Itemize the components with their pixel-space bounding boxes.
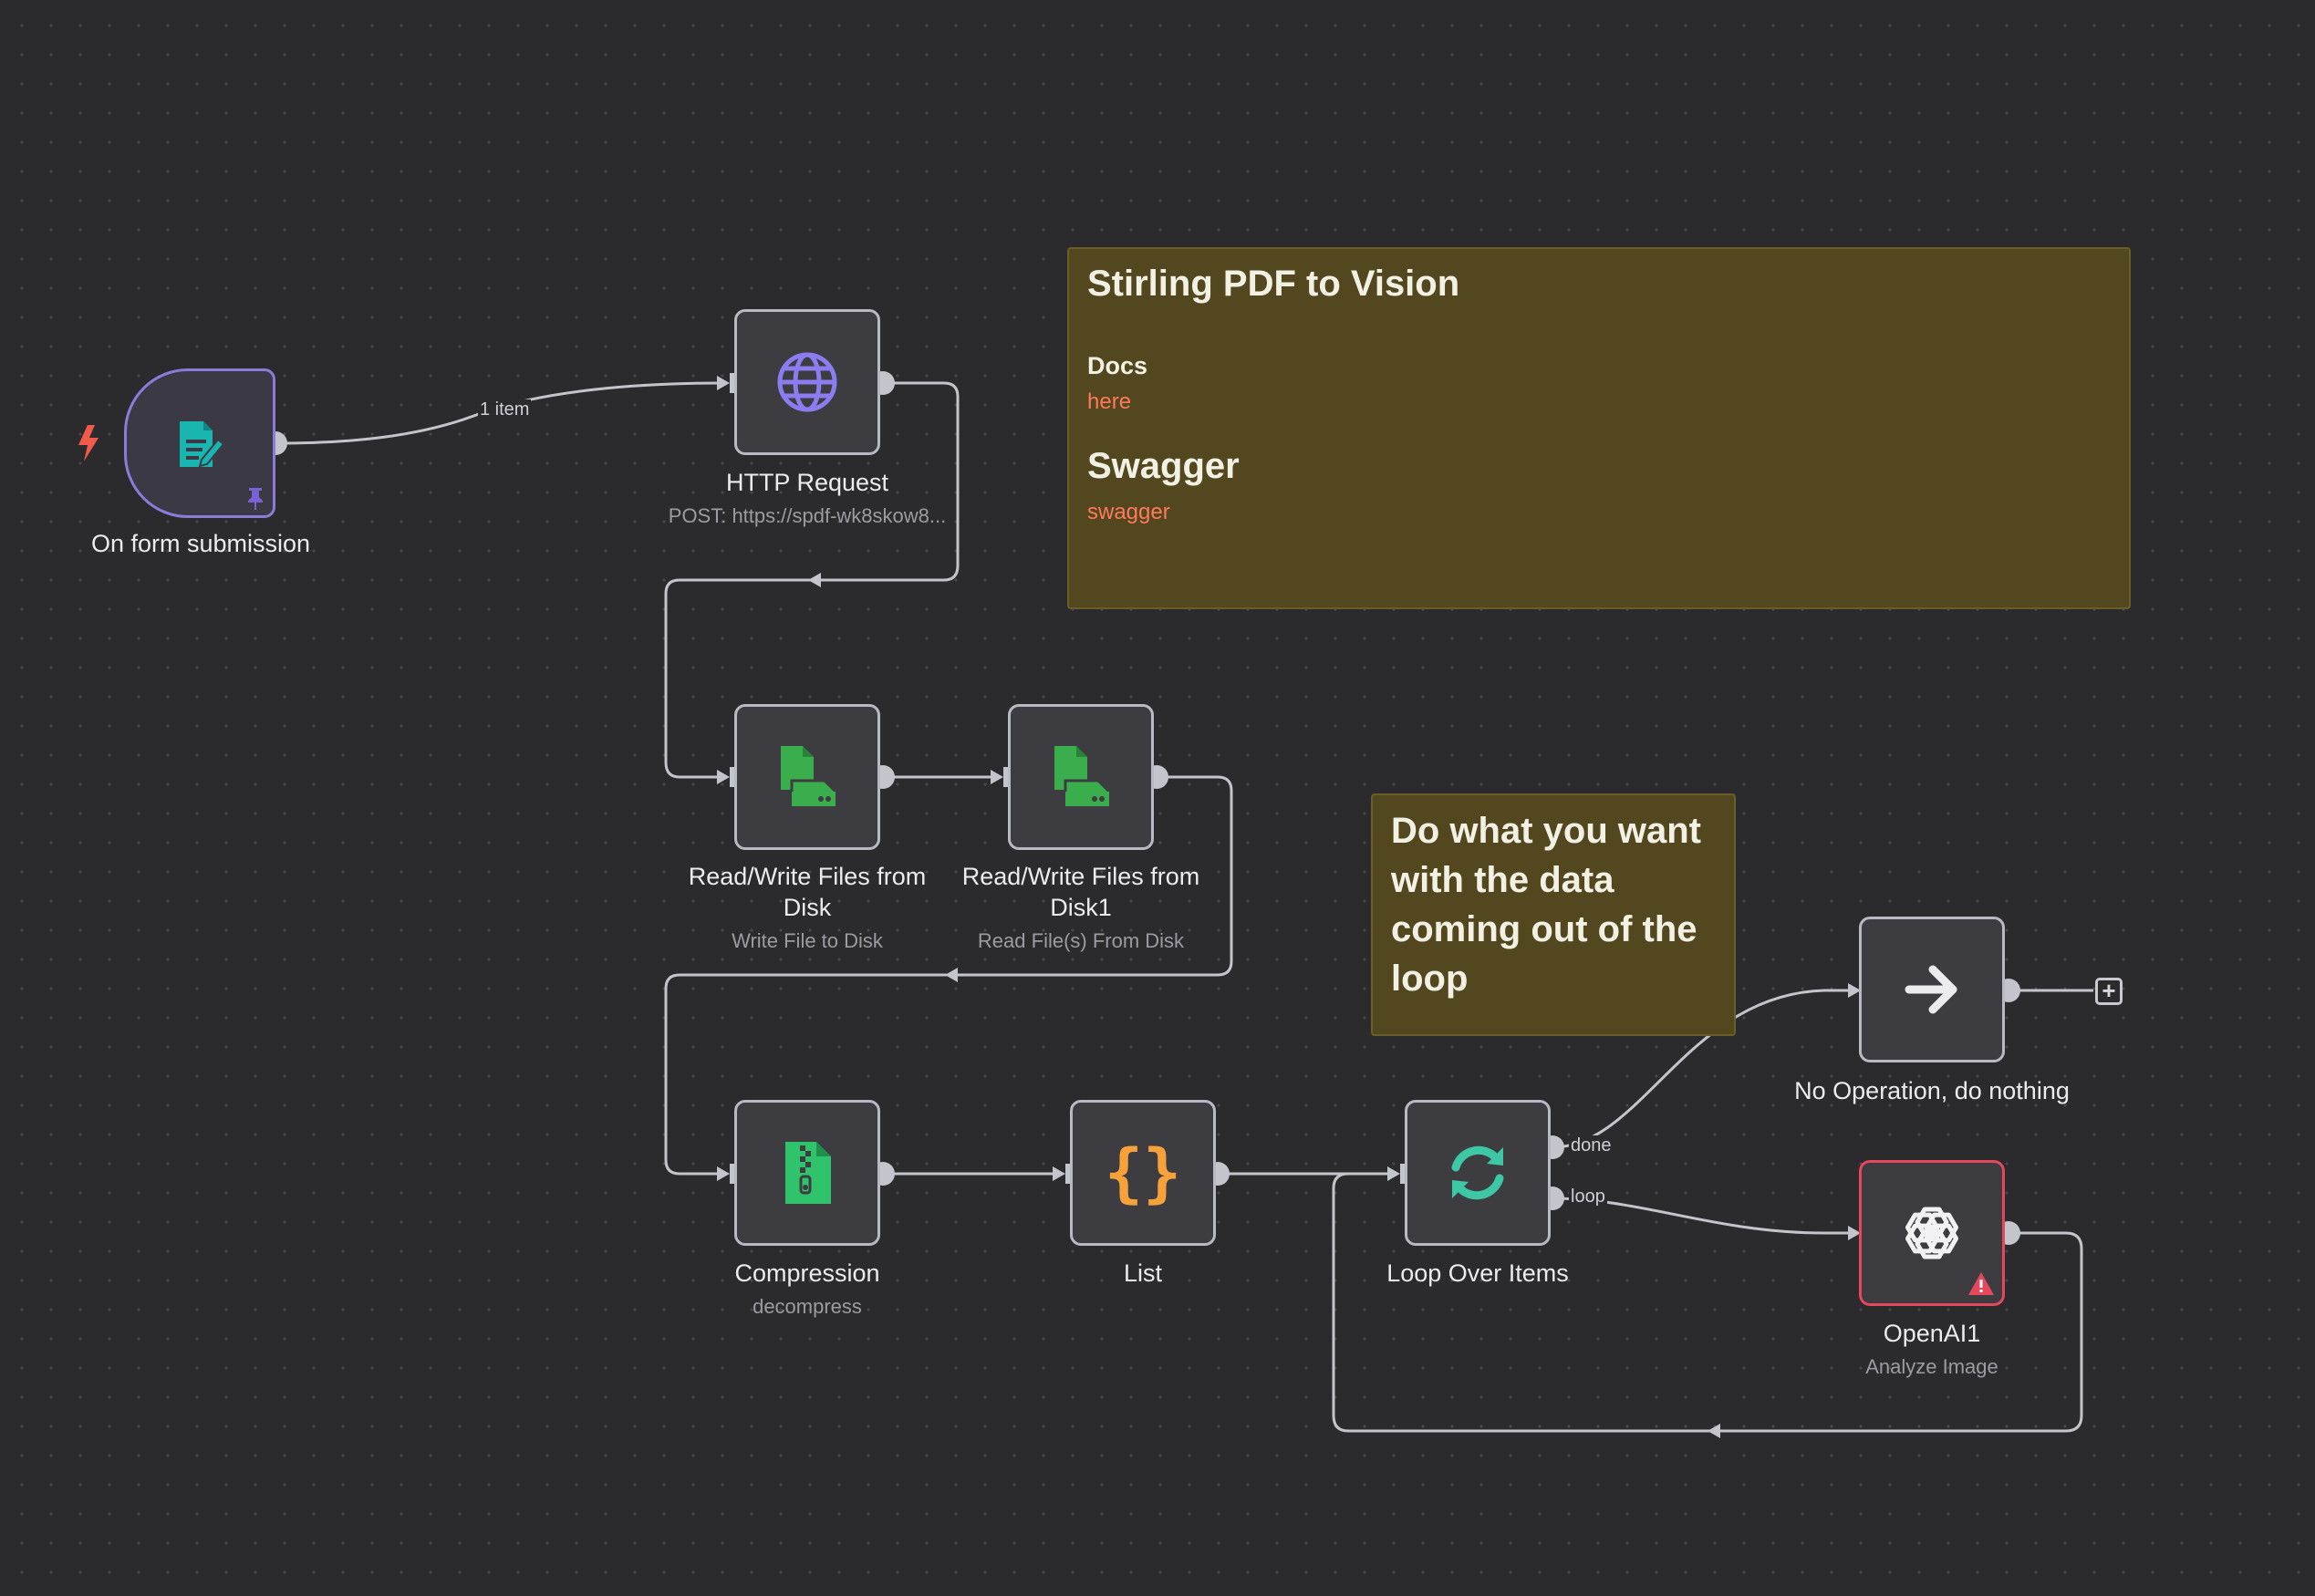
sticky-note-stirling[interactable]: Stirling PDF to Vision Docs here Swagger… bbox=[1067, 247, 2131, 609]
trigger-lightning-icon bbox=[77, 425, 100, 466]
openai-icon bbox=[1899, 1200, 1965, 1266]
node-on-form-submission[interactable] bbox=[124, 368, 275, 518]
zip-file-icon bbox=[782, 1140, 833, 1206]
node-list[interactable]: {} bbox=[1070, 1100, 1216, 1246]
sticky2-line4: loop bbox=[1391, 959, 1469, 999]
label-loop-over-items: Loop Over Items bbox=[1386, 1259, 1569, 1287]
edge-label-items: 1 item bbox=[478, 399, 532, 420]
subtitle-openai: Analyze Image bbox=[1865, 1355, 1998, 1378]
edge-label-loop: loop bbox=[1569, 1187, 1607, 1207]
label-http-request: HTTP Request bbox=[725, 469, 889, 496]
label-read-line1: Read/Write Files from bbox=[961, 863, 1200, 890]
file-disk-icon bbox=[1049, 744, 1113, 810]
edge-arrow bbox=[808, 573, 821, 587]
file-disk-icon bbox=[775, 744, 839, 810]
subtitle-compression: decompress bbox=[753, 1295, 862, 1318]
node-write-file[interactable] bbox=[734, 704, 880, 850]
sticky2-line2: with the data bbox=[1391, 860, 1614, 900]
node-http-request[interactable] bbox=[734, 309, 880, 455]
form-icon bbox=[171, 414, 229, 472]
label-on-form-submission: On form submission bbox=[90, 530, 311, 557]
braces-icon: {} bbox=[1104, 1135, 1182, 1210]
warning-icon[interactable] bbox=[1967, 1271, 1995, 1296]
label-openai: OpenAI1 bbox=[1883, 1320, 1981, 1347]
edge-arrow bbox=[945, 968, 958, 982]
node-compression[interactable] bbox=[734, 1100, 880, 1246]
label-read-line2: Disk1 bbox=[1050, 894, 1112, 921]
edge-arrow bbox=[1708, 1424, 1720, 1438]
node-openai[interactable] bbox=[1859, 1160, 2005, 1306]
label-no-operation: No Operation, do nothing bbox=[1794, 1077, 2070, 1104]
label-list: List bbox=[1123, 1259, 1163, 1287]
swagger-link[interactable]: swagger bbox=[1087, 500, 2111, 525]
globe-icon bbox=[775, 350, 839, 414]
node-no-operation[interactable] bbox=[1859, 917, 2005, 1062]
node-loop-over-items[interactable] bbox=[1405, 1100, 1551, 1246]
pin-icon bbox=[245, 486, 265, 510]
sticky2-line3: coming out of the bbox=[1391, 909, 1697, 949]
sticky-swagger-heading: Swagger bbox=[1087, 446, 1240, 486]
subtitle-http-request: POST: https://spdf-wk8skow8... bbox=[668, 504, 947, 527]
edge-label-done: done bbox=[1569, 1135, 1614, 1156]
node-read-file[interactable] bbox=[1008, 704, 1154, 850]
add-node-button[interactable]: + bbox=[2095, 978, 2123, 1005]
sticky-note-loop[interactable]: Do what you want with the data coming ou… bbox=[1371, 793, 1736, 1036]
label-compression: Compression bbox=[734, 1259, 880, 1287]
sticky2-line1: Do what you want bbox=[1391, 811, 1701, 851]
subtitle-read: Read File(s) From Disk bbox=[977, 929, 1185, 952]
refresh-icon bbox=[1443, 1138, 1512, 1207]
sticky-docs-heading: Docs bbox=[1087, 352, 1148, 379]
arrow-right-icon bbox=[1904, 964, 1960, 1015]
sticky-title: Stirling PDF to Vision bbox=[1087, 264, 1460, 304]
docs-link[interactable]: here bbox=[1087, 389, 2111, 415]
